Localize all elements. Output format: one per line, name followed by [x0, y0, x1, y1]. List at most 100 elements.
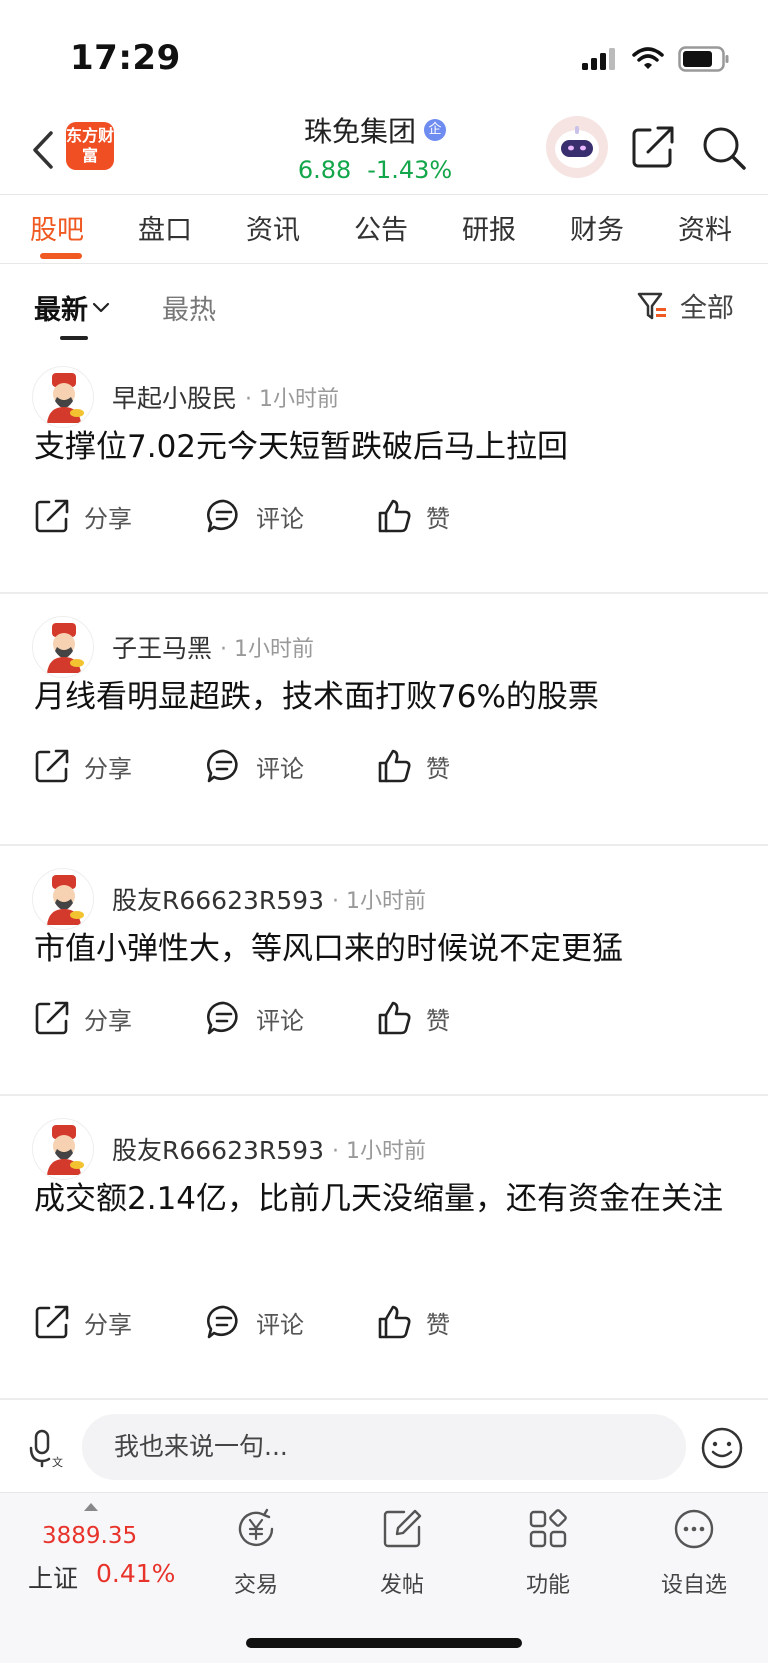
nav-post[interactable]: 发帖 — [342, 1507, 462, 1599]
share-label: 分享 — [84, 754, 132, 783]
post-content[interactable]: 市值小弹性大，等风口来的时候说不定更猛 — [34, 922, 734, 976]
svg-text:文: 文 — [52, 1455, 63, 1468]
post-actions: 分享 评论 赞 — [34, 744, 734, 788]
share-action[interactable]: 分享 — [34, 1300, 132, 1344]
index-name: 上证 — [28, 1564, 79, 1593]
share-button[interactable] — [630, 124, 676, 170]
post-content[interactable]: 成交额2.14亿，比前几天没缩量，还有资金在关注 — [34, 1172, 734, 1226]
filter-all-button[interactable]: 全部 — [636, 286, 734, 325]
share-label: 分享 — [84, 504, 132, 533]
sort-latest-label: 最新 — [34, 295, 88, 326]
verified-badge-icon: 企 — [424, 119, 446, 141]
cellular-signal-icon — [582, 48, 615, 70]
nav-trade[interactable]: 交易 — [196, 1507, 316, 1599]
avatar[interactable] — [32, 616, 94, 678]
post-content[interactable]: 月线看明显超跌，技术面打败76%的股票 — [34, 670, 734, 724]
nav-add-watchlist[interactable]: 设自选 — [634, 1507, 754, 1599]
nav-post-label: 发帖 — [379, 1573, 424, 1598]
app-logo[interactable]: 东方财富 — [66, 122, 114, 170]
wifi-icon — [632, 47, 664, 69]
avatar[interactable] — [32, 868, 94, 930]
share-action[interactable]: 分享 — [34, 494, 132, 538]
tab-guba[interactable]: 股吧 — [30, 208, 84, 247]
tab-news[interactable]: 资讯 — [246, 208, 300, 247]
chevron-down-icon — [92, 302, 110, 312]
emoji-button[interactable] — [700, 1426, 744, 1470]
like-label: 赞 — [426, 504, 450, 533]
fortune-god-avatar-icon — [47, 623, 84, 673]
comment-input[interactable]: 我也来说一句... — [82, 1414, 686, 1480]
like-action[interactable]: 赞 — [376, 744, 450, 788]
post-separator — [0, 1094, 768, 1096]
comment-label: 评论 — [256, 504, 304, 533]
author-name[interactable]: 股友R66623R593 — [112, 881, 324, 917]
edit-icon — [383, 1509, 422, 1548]
robot-icon — [555, 126, 599, 168]
share-action[interactable]: 分享 — [34, 744, 132, 788]
post-item[interactable]: 股友R66623R593 · 1小时前 市值小弹性大，等风口来的时候说不定更猛 … — [0, 848, 768, 1094]
filter-icon — [637, 292, 666, 319]
like-action[interactable]: 赞 — [376, 996, 450, 1040]
search-icon — [703, 127, 746, 170]
comment-action[interactable]: 评论 — [206, 996, 304, 1040]
sort-hot[interactable]: 最热 — [162, 288, 216, 327]
comment-action[interactable]: 评论 — [206, 1300, 304, 1344]
like-action[interactable]: 赞 — [376, 1300, 450, 1344]
post-actions: 分享 评论 赞 — [34, 1300, 734, 1344]
stock-info[interactable]: 珠免集团 企 6.88 -1.43% — [250, 110, 500, 184]
tabs-divider — [0, 263, 768, 264]
nav-features-label: 功能 — [525, 1573, 570, 1598]
comment-icon — [207, 1001, 238, 1035]
post-time: · 1小时前 — [332, 889, 426, 914]
home-indicator[interactable] — [246, 1638, 522, 1648]
avatar[interactable] — [32, 366, 94, 428]
thumbs-up-icon — [378, 1001, 411, 1035]
share-icon — [632, 126, 674, 168]
comment-icon — [207, 499, 238, 533]
chevron-left-icon — [33, 131, 53, 169]
sort-latest-dropdown[interactable]: 最新 — [34, 288, 110, 327]
post-time: · 1小时前 — [245, 387, 339, 412]
author-name[interactable]: 子王马黑 — [112, 629, 212, 665]
tab-finance[interactable]: 财务 — [570, 208, 624, 247]
header-divider — [0, 194, 768, 195]
comment-label: 评论 — [256, 1006, 304, 1035]
yuan-exchange-icon — [238, 1508, 274, 1547]
author-name[interactable]: 早起小股民 — [112, 379, 237, 415]
comment-icon — [207, 1305, 238, 1339]
like-action[interactable]: 赞 — [376, 494, 450, 538]
fortune-god-avatar-icon — [47, 373, 84, 423]
status-time: 17:29 — [70, 38, 181, 78]
avatar[interactable] — [32, 1118, 94, 1180]
nav-features[interactable]: 功能 — [488, 1507, 608, 1599]
tab-pankou[interactable]: 盘口 — [138, 208, 192, 247]
author-name[interactable]: 股友R66623R593 — [112, 1131, 324, 1167]
post-actions: 分享 评论 赞 — [34, 494, 734, 538]
active-tab-indicator — [40, 253, 82, 259]
back-button[interactable] — [26, 126, 60, 174]
share-icon — [35, 1001, 69, 1035]
post-item[interactable]: 子王马黑 · 1小时前 月线看明显超跌，技术面打败76%的股票 分享 评论 赞 — [0, 596, 768, 844]
tab-announcements[interactable]: 公告 — [354, 208, 408, 247]
comment-action[interactable]: 评论 — [206, 744, 304, 788]
index-value: 3889.35 — [42, 1523, 138, 1549]
tab-profile[interactable]: 资料 — [678, 208, 732, 247]
share-icon — [35, 499, 69, 533]
share-icon — [35, 749, 69, 783]
post-time: · 1小时前 — [332, 1139, 426, 1164]
filter-all-label: 全部 — [680, 293, 734, 324]
post-author-row: 子王马黑 · 1小时前 — [32, 616, 314, 678]
tab-research[interactable]: 研报 — [462, 208, 516, 247]
ai-assistant-button[interactable] — [546, 116, 608, 178]
share-action[interactable]: 分享 — [34, 996, 132, 1040]
post-content[interactable]: 支撑位7.02元今天短暂跌破后马上拉回 — [34, 420, 734, 474]
stock-change: -1.43% — [367, 156, 453, 184]
status-bar: 17:29 — [0, 0, 768, 110]
search-button[interactable] — [700, 124, 748, 172]
thumbs-up-icon — [378, 749, 411, 783]
post-item[interactable]: 早起小股民 · 1小时前 支撑位7.02元今天短暂跌破后马上拉回 分享 评论 赞 — [0, 346, 768, 592]
comment-action[interactable]: 评论 — [206, 494, 304, 538]
voice-input-button[interactable]: 文 — [26, 1428, 66, 1469]
like-label: 赞 — [426, 1310, 450, 1339]
post-item[interactable]: 股友R66623R593 · 1小时前 成交额2.14亿，比前几天没缩量，还有资… — [0, 1098, 768, 1398]
